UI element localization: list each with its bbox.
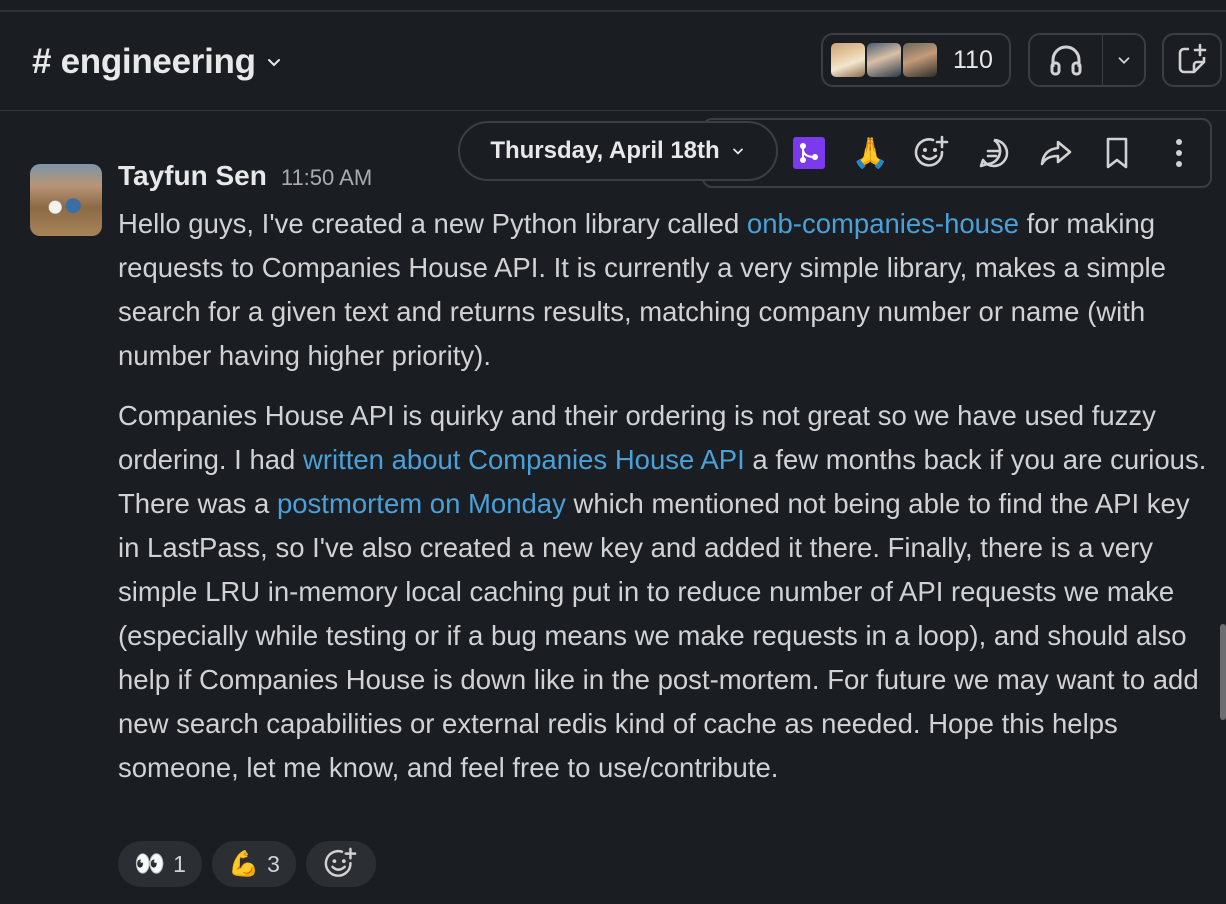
message-text: which mentioned not being able to find t… [118,488,1199,783]
huddle-button[interactable] [1030,35,1103,85]
workflow-icon [792,137,825,169]
quick-reaction-button[interactable]: 🙏 [840,121,902,185]
author-name[interactable]: Tayfun Sen [118,160,267,192]
member-avatar [865,41,903,79]
add-reaction-icon [915,135,949,167]
author-avatar[interactable] [30,164,102,236]
canvas-add-icon [1178,43,1207,74]
flexed-biceps-emoji: 💪 [227,849,260,878]
member-avatar [829,41,867,79]
forward-button[interactable] [1025,121,1087,185]
date-divider-label: Thursday, April 18th [490,137,720,164]
message-actions-toolbar: 🙏 [702,118,1212,188]
message-timestamp[interactable]: 11:50 AM [281,165,372,191]
message-header: Tayfun Sen 11:50 AM [118,160,372,192]
member-avatar [901,41,939,79]
folded-hands-emoji: 🙏 [851,136,890,170]
message-body: Hello guys, I've created a new Python li… [118,202,1213,806]
message-paragraph: Companies House API is quirky and their … [118,394,1213,790]
message-paragraph: Hello guys, I've created a new Python li… [118,202,1213,378]
canvas-button[interactable] [1162,33,1222,87]
article-link[interactable]: written about Companies House API [303,444,745,475]
reaction-muscle[interactable]: 💪 3 [211,841,296,887]
chevron-down-icon [267,59,280,67]
eyes-emoji: 👀 [134,849,166,878]
date-divider-button[interactable]: Thursday, April 18th [458,121,778,181]
channel-name-button[interactable]: # engineering [32,42,284,82]
bookmark-icon [1107,137,1128,169]
thread-icon [979,138,1009,168]
save-for-later-button[interactable] [1087,121,1149,185]
channel-header: # engineering 110 [0,12,1226,111]
reaction-eyes[interactable]: 👀 1 [118,841,202,887]
message-text: Hello guys, I've created a new Python li… [118,208,747,239]
reactions-bar: 👀 1 💪 3 [118,841,376,887]
more-actions-button[interactable] [1148,121,1210,185]
chevron-down-icon [732,148,743,155]
postmortem-link[interactable]: postmortem on Monday [277,488,566,519]
huddle-control [1028,33,1146,87]
member-count: 110 [953,45,993,74]
reply-in-thread-button[interactable] [963,121,1025,185]
headphones-icon [1050,45,1082,76]
library-link[interactable]: onb-companies-house [747,208,1019,239]
chevron-down-icon [1118,57,1129,64]
channel-name: engineering [60,42,256,81]
reaction-count: 3 [267,850,280,877]
scrollbar-thumb[interactable] [1220,624,1226,720]
workflow-button[interactable] [778,121,840,185]
add-reaction-button[interactable] [901,121,963,185]
add-reaction-pill[interactable] [305,841,376,887]
huddle-options-button[interactable] [1103,51,1144,69]
members-button[interactable]: 110 [821,33,1011,87]
channel-hash: # [32,42,52,81]
add-reaction-icon [324,847,357,877]
reaction-count: 1 [173,850,186,877]
more-vertical-icon [1176,139,1183,167]
forward-icon [1040,140,1072,166]
